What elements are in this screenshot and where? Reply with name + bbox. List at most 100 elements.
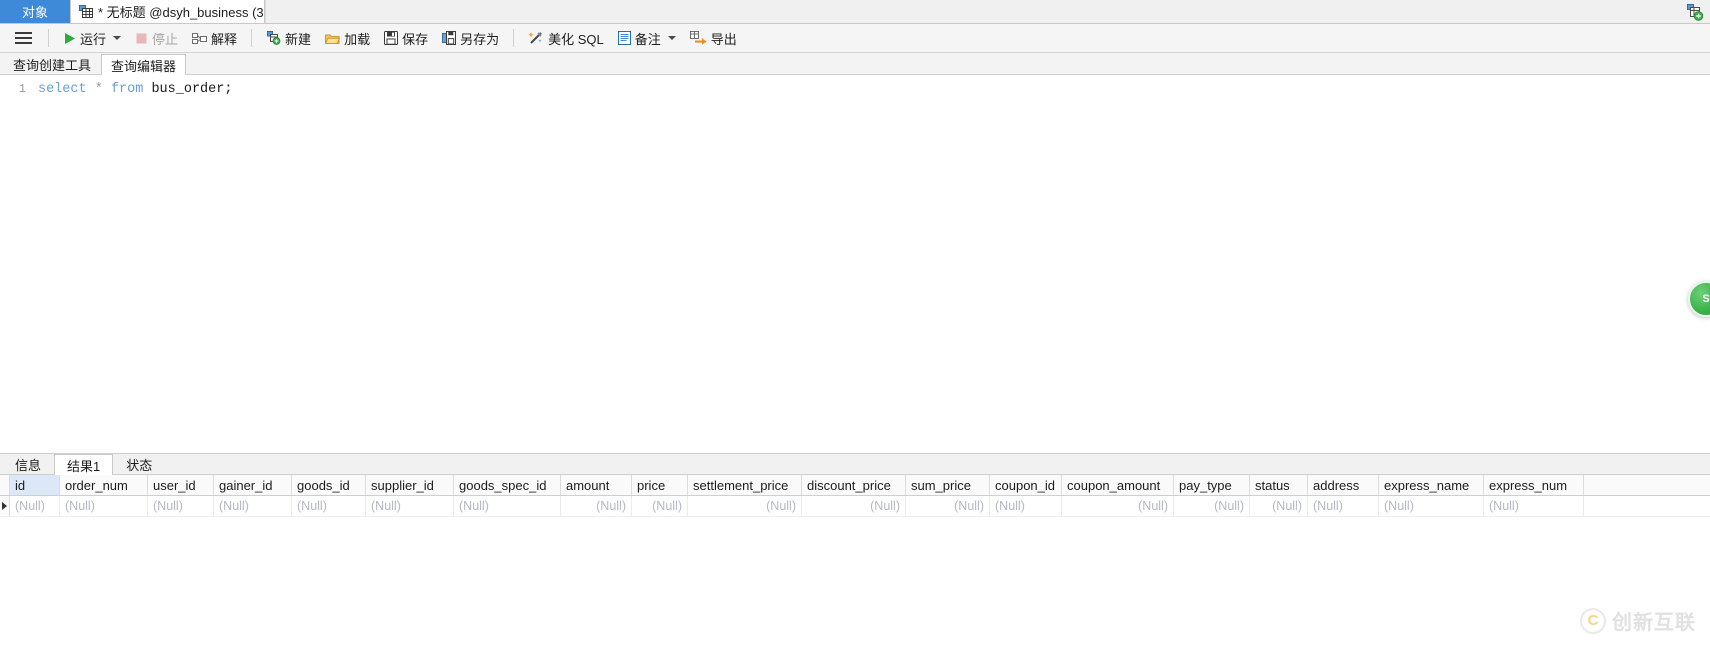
new-button[interactable]: 新建 xyxy=(259,27,318,50)
grid-cell-user-id[interactable]: (Null) xyxy=(148,496,214,516)
column-header-goods-id[interactable]: goods_id xyxy=(292,475,366,495)
watermark-text: 创新互联 xyxy=(1612,612,1696,634)
query-document-icon xyxy=(79,5,93,18)
run-play-icon xyxy=(63,32,76,45)
note-button[interactable]: 备注 xyxy=(611,27,683,50)
tab-query-editor-label: 查询编辑器 xyxy=(111,58,177,74)
explain-button[interactable]: 解释 xyxy=(185,27,244,50)
status-tab-label: 状态 xyxy=(126,457,153,473)
save-disk-icon xyxy=(384,31,399,45)
grid-cell-coupon-amount[interactable]: (Null) xyxy=(1062,496,1174,516)
tab-objects[interactable]: 对象 xyxy=(0,0,70,23)
line-number: 1 xyxy=(18,82,26,96)
watermark-logo-icon: C xyxy=(1580,607,1606,634)
sql-code-line[interactable]: select * from bus_order; xyxy=(38,81,1710,98)
tab-query-builder-label: 查询创建工具 xyxy=(13,57,92,73)
magic-wand-icon xyxy=(528,31,544,45)
column-header-user-id[interactable]: user_id xyxy=(148,475,214,495)
toolbar-separator xyxy=(513,29,515,47)
status-tab[interactable]: 状态 xyxy=(113,453,165,474)
hamburger-menu-button[interactable] xyxy=(6,27,41,50)
column-header-order-num[interactable]: order_num xyxy=(60,475,148,495)
grid-cell-express-name[interactable]: (Null) xyxy=(1379,496,1484,516)
column-header-gainer-id[interactable]: gainer_id xyxy=(214,475,292,495)
grid-cell-goods-id[interactable]: (Null) xyxy=(292,496,366,516)
tab-query-editor[interactable]: 查询编辑器 xyxy=(101,54,187,75)
grid-cell-price[interactable]: (Null) xyxy=(632,496,688,516)
main-toolbar: 运行 停止 解释 新建 加载 保存 另存为 美化 SQL 备注 导出 xyxy=(0,24,1710,53)
info-tab[interactable]: 信息 xyxy=(2,453,54,474)
grid-cell-supplier-id[interactable]: (Null) xyxy=(366,496,454,516)
grid-cell-sum-price[interactable]: (Null) xyxy=(906,496,990,516)
explain-button-label: 解释 xyxy=(211,31,238,47)
tab-query-document[interactable]: * 无标题 @dsyh_business (3... xyxy=(70,0,265,23)
column-header-goods-spec-id[interactable]: goods_spec_id xyxy=(454,475,561,495)
stop-square-icon xyxy=(135,32,148,45)
explain-icon xyxy=(192,32,208,45)
watermark: C 创新互联 xyxy=(1580,606,1696,635)
result-tabbar: 信息 结果1 状态 xyxy=(0,453,1710,475)
column-header-sum-price[interactable]: sum_price xyxy=(906,475,990,495)
column-header-id[interactable]: id xyxy=(10,475,60,495)
save-as-icon xyxy=(442,31,457,45)
column-header-supplier-id[interactable]: supplier_id xyxy=(366,475,454,495)
run-button[interactable]: 运行 xyxy=(56,27,128,50)
sql-token-star: * xyxy=(94,82,103,97)
save-as-button-label: 另存为 xyxy=(460,31,500,47)
column-header-discount-price[interactable]: discount_price xyxy=(802,475,906,495)
grid-cell-address[interactable]: (Null) xyxy=(1308,496,1379,516)
grid-cell-express-num[interactable]: (Null) xyxy=(1484,496,1584,516)
export-button[interactable]: 导出 xyxy=(683,27,744,50)
save-button[interactable]: 保存 xyxy=(377,27,435,50)
current-row-marker[interactable] xyxy=(0,496,10,516)
result1-tab-label: 结果1 xyxy=(67,458,101,474)
window-tabstrip: 对象 * 无标题 @dsyh_business (3... xyxy=(0,0,1710,24)
grid-cell-amount[interactable]: (Null) xyxy=(561,496,632,516)
editor-gutter: 1 xyxy=(0,75,30,453)
table-row[interactable]: (Null) (Null) (Null) (Null) (Null) (Null) (Nul… xyxy=(0,496,1710,517)
application-window: 对象 * 无标题 @dsyh_business (3... 运行 停止 解释 新… xyxy=(0,0,1710,649)
note-dropdown-caret[interactable] xyxy=(667,36,676,40)
column-header-coupon-id[interactable]: coupon_id xyxy=(990,475,1062,495)
tab-query-builder[interactable]: 查询创建工具 xyxy=(3,53,101,74)
column-header-price[interactable]: price xyxy=(632,475,688,495)
grid-cell-order-num[interactable]: (Null) xyxy=(60,496,148,516)
column-header-coupon-amount[interactable]: coupon_amount xyxy=(1062,475,1174,495)
grid-cell-settlement-price[interactable]: (Null) xyxy=(688,496,802,516)
note-button-label: 备注 xyxy=(634,31,661,47)
grid-cell-gainer-id[interactable]: (Null) xyxy=(214,496,292,516)
column-header-express-name[interactable]: express_name xyxy=(1379,475,1484,495)
run-button-label: 运行 xyxy=(80,31,107,47)
export-button-label: 导出 xyxy=(710,31,737,47)
save-as-button[interactable]: 另存为 xyxy=(435,27,506,50)
toolbar-separator xyxy=(48,29,49,47)
column-header-amount[interactable]: amount xyxy=(561,475,632,495)
new-file-icon xyxy=(266,31,281,45)
new-query-icon[interactable] xyxy=(1684,2,1706,22)
grid-header-row: id order_num user_id gainer_id goods_id suppl… xyxy=(0,475,1710,496)
grid-cell-goods-spec-id[interactable]: (Null) xyxy=(454,496,561,516)
grid-cell-status[interactable]: (Null) xyxy=(1250,496,1308,516)
grid-cell-coupon-id[interactable]: (Null) xyxy=(990,496,1062,516)
info-tab-label: 信息 xyxy=(15,457,42,473)
beautify-sql-button[interactable]: 美化 SQL xyxy=(521,27,611,50)
grid-cell-discount-price[interactable]: (Null) xyxy=(802,496,906,516)
column-header-pay-type[interactable]: pay_type xyxy=(1174,475,1250,495)
run-dropdown-caret[interactable] xyxy=(113,36,122,40)
green-status-orb-label: S xyxy=(1702,293,1710,305)
grid-cell-pay-type[interactable]: (Null) xyxy=(1174,496,1250,516)
load-button-label: 加载 xyxy=(344,31,371,47)
sql-editor[interactable]: 1 select * from bus_order; xyxy=(0,75,1710,453)
result1-tab[interactable]: 结果1 xyxy=(54,454,114,475)
column-header-address[interactable]: address xyxy=(1308,475,1379,495)
load-button[interactable]: 加载 xyxy=(318,27,377,50)
stop-button: 停止 xyxy=(128,27,185,50)
sql-space xyxy=(103,82,111,97)
grid-cell-id[interactable]: (Null) xyxy=(10,496,60,516)
column-header-express-num[interactable]: express_num xyxy=(1484,475,1584,495)
column-header-status[interactable]: status xyxy=(1250,475,1308,495)
beautify-sql-button-label: 美化 SQL xyxy=(548,31,604,47)
column-header-settlement-price[interactable]: settlement_price xyxy=(688,475,802,495)
result-grid: id order_num user_id gainer_id goods_id suppl… xyxy=(0,475,1710,517)
row-marker-triangle-icon xyxy=(2,502,7,510)
